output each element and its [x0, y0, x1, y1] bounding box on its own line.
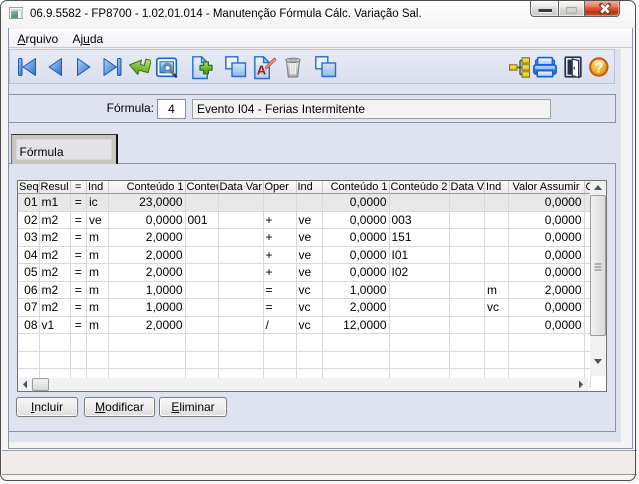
svg-text:?: ?	[594, 59, 603, 76]
